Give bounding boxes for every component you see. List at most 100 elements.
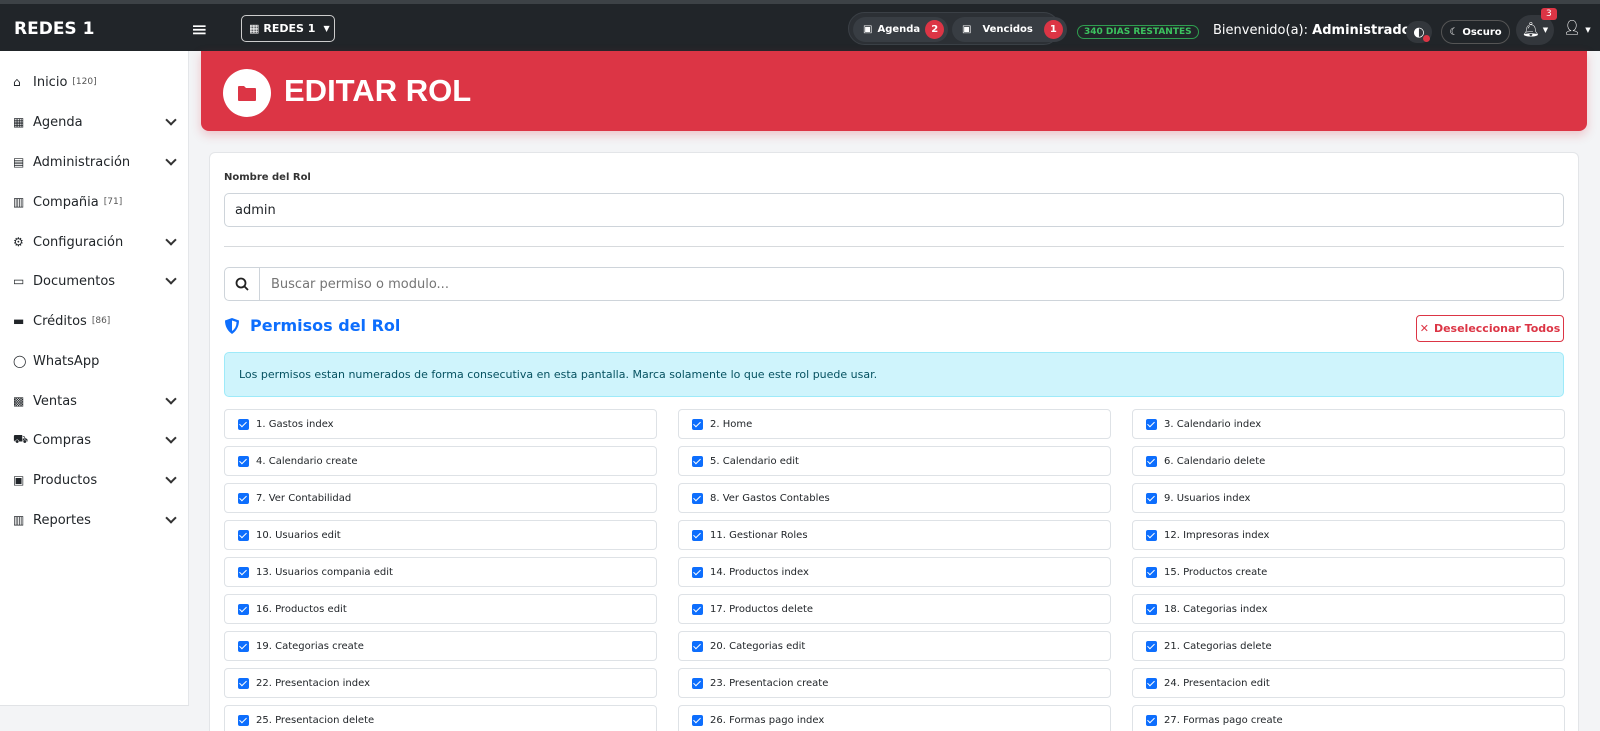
permission-checkbox[interactable] bbox=[1146, 418, 1157, 430]
sidebar-item-ventas[interactable]: ▩ Ventas bbox=[0, 381, 189, 421]
company-selector-button[interactable]: ▦ REDES 1 ▼ bbox=[241, 15, 335, 42]
permission-checkbox[interactable] bbox=[692, 603, 703, 615]
hamburger-menu-icon[interactable]: ≡ bbox=[191, 17, 208, 41]
permission-checkbox[interactable] bbox=[238, 566, 249, 578]
permission-label: 18. Categorias index bbox=[1164, 603, 1268, 615]
permission-checkbox[interactable] bbox=[692, 640, 703, 652]
page-title: EDITAR ROL bbox=[284, 73, 472, 108]
sidebar-item-creditos[interactable]: ▬ Créditos [86] bbox=[0, 301, 189, 341]
sidebar-item-label: Configuración bbox=[33, 234, 124, 250]
permission-label: 13. Usuarios compania edit bbox=[256, 566, 393, 578]
permission-item[interactable]: 4. Calendario create bbox=[224, 446, 657, 476]
sidebar-item-inicio[interactable]: ⌂ Inicio [120] bbox=[0, 62, 189, 102]
sidebar-item-administracion[interactable]: ▤ Administración bbox=[0, 142, 189, 182]
deselect-all-button[interactable]: ✕ Deseleccionar Todos bbox=[1416, 315, 1564, 342]
permission-checkbox[interactable] bbox=[692, 418, 703, 430]
permission-checkbox[interactable] bbox=[692, 529, 703, 541]
permission-checkbox[interactable] bbox=[1146, 529, 1157, 541]
permission-item[interactable]: 26. Formas pago index bbox=[678, 705, 1111, 731]
permission-item[interactable]: 8. Ver Gastos Contables bbox=[678, 483, 1111, 513]
theme-palette-button[interactable]: ◐ bbox=[1406, 21, 1432, 43]
permission-item[interactable]: 13. Usuarios compania edit bbox=[224, 557, 657, 587]
permission-checkbox[interactable] bbox=[1146, 492, 1157, 504]
permission-item[interactable]: 12. Impresoras index bbox=[1132, 520, 1565, 550]
permission-label: 26. Formas pago index bbox=[710, 714, 825, 726]
permission-item[interactable]: 23. Presentacion create bbox=[678, 668, 1111, 698]
permission-checkbox[interactable] bbox=[238, 640, 249, 652]
palette-indicator-dot bbox=[1423, 35, 1430, 42]
dark-mode-toggle[interactable]: ☾ Oscuro bbox=[1441, 20, 1510, 44]
permission-checkbox[interactable] bbox=[238, 677, 249, 689]
permission-item[interactable]: 5. Calendario edit bbox=[678, 446, 1111, 476]
permission-item[interactable]: 20. Categorias edit bbox=[678, 631, 1111, 661]
permission-label: 16. Productos edit bbox=[256, 603, 347, 615]
sidebar-item-documentos[interactable]: ▭ Documentos bbox=[0, 261, 189, 301]
permission-checkbox[interactable] bbox=[692, 677, 703, 689]
sidebar-item-whatsapp[interactable]: ◯ WhatsApp bbox=[0, 341, 189, 381]
permission-item[interactable]: 18. Categorias index bbox=[1132, 594, 1565, 624]
permission-checkbox[interactable] bbox=[238, 603, 249, 615]
permission-checkbox[interactable] bbox=[1146, 566, 1157, 578]
permission-item[interactable]: 14. Productos index bbox=[678, 557, 1111, 587]
permission-item[interactable]: 2. Home bbox=[678, 409, 1111, 439]
sidebar-item-compras[interactable]: ⛟ Compras bbox=[0, 420, 189, 460]
permission-item[interactable]: 25. Presentacion delete bbox=[224, 705, 657, 731]
permission-item[interactable]: 21. Categorias delete bbox=[1132, 631, 1565, 661]
permission-checkbox[interactable] bbox=[1146, 714, 1157, 726]
sidebar-item-reportes[interactable]: ▥ Reportes bbox=[0, 500, 189, 540]
permission-checkbox[interactable] bbox=[1146, 677, 1157, 689]
chevron-down-icon bbox=[165, 273, 177, 285]
permission-item[interactable]: 10. Usuarios edit bbox=[224, 520, 657, 550]
permission-checkbox[interactable] bbox=[238, 418, 249, 430]
permission-checkbox[interactable] bbox=[1146, 603, 1157, 615]
permission-checkbox[interactable] bbox=[1146, 640, 1157, 652]
permission-item[interactable]: 1. Gastos index bbox=[224, 409, 657, 439]
permission-item[interactable]: 9. Usuarios index bbox=[1132, 483, 1565, 513]
permission-checkbox[interactable] bbox=[1146, 455, 1157, 467]
permission-label: 19. Categorias create bbox=[256, 640, 364, 652]
brand-name[interactable]: REDES 1 bbox=[14, 19, 94, 39]
permission-label: 14. Productos index bbox=[710, 566, 809, 578]
permission-item[interactable]: 22. Presentacion index bbox=[224, 668, 657, 698]
sidebar-item-configuracion[interactable]: ⚙ Configuración bbox=[0, 222, 189, 262]
permission-item[interactable]: 11. Gestionar Roles bbox=[678, 520, 1111, 550]
permission-checkbox[interactable] bbox=[238, 455, 249, 467]
chevron-down-icon bbox=[165, 393, 177, 405]
welcome-text: Bienvenido(a): Administrador bbox=[1213, 23, 1417, 38]
permission-item[interactable]: 7. Ver Contabilidad bbox=[224, 483, 657, 513]
credit-card-icon: ▬ bbox=[13, 314, 25, 328]
permission-checkbox[interactable] bbox=[238, 529, 249, 541]
permission-item[interactable]: 19. Categorias create bbox=[224, 631, 657, 661]
permission-item[interactable]: 15. Productos create bbox=[1132, 557, 1565, 587]
user-menu-button[interactable]: 👤︎ ▼ bbox=[1563, 20, 1591, 36]
sidebar-item-label: Documentos bbox=[33, 273, 116, 289]
permission-item[interactable]: 17. Productos delete bbox=[678, 594, 1111, 624]
role-name-input[interactable] bbox=[224, 193, 1564, 227]
permission-checkbox[interactable] bbox=[238, 714, 249, 726]
vencidos-label: Vencidos bbox=[982, 24, 1033, 35]
sidebar-item-productos[interactable]: ▣ Productos bbox=[0, 460, 189, 500]
vencidos-button[interactable]: ▣ Vencidos 1 bbox=[952, 17, 1067, 42]
sidebar-item-compania[interactable]: ▥ Compañia [71] bbox=[0, 182, 189, 222]
permission-search-input[interactable] bbox=[261, 268, 1561, 300]
permission-checkbox[interactable] bbox=[238, 492, 249, 504]
permission-checkbox[interactable] bbox=[692, 455, 703, 467]
sidebar-item-agenda[interactable]: ▦ Agenda bbox=[0, 102, 189, 142]
permission-checkbox[interactable] bbox=[692, 492, 703, 504]
chevron-down-icon bbox=[165, 512, 177, 524]
permission-checkbox[interactable] bbox=[692, 714, 703, 726]
agenda-button[interactable]: ▣ Agenda 2 bbox=[853, 17, 949, 42]
close-icon: ✕ bbox=[1419, 322, 1429, 335]
permission-item[interactable]: 16. Productos edit bbox=[224, 594, 657, 624]
permission-item[interactable]: 24. Presentacion edit bbox=[1132, 668, 1565, 698]
permission-checkbox[interactable] bbox=[692, 566, 703, 578]
sidebar-item-count: [120] bbox=[72, 77, 97, 87]
permission-item[interactable]: 6. Calendario delete bbox=[1132, 446, 1565, 476]
chevron-down-icon bbox=[165, 234, 177, 246]
permission-item[interactable]: 27. Formas pago create bbox=[1132, 705, 1565, 731]
sidebar-item-count: [71] bbox=[103, 197, 123, 207]
chevron-down-icon bbox=[165, 154, 177, 166]
permission-search-group bbox=[224, 267, 1564, 301]
permission-item[interactable]: 3. Calendario index bbox=[1132, 409, 1565, 439]
notifications-button[interactable]: 🔔︎ ▼ 3 bbox=[1516, 8, 1557, 45]
